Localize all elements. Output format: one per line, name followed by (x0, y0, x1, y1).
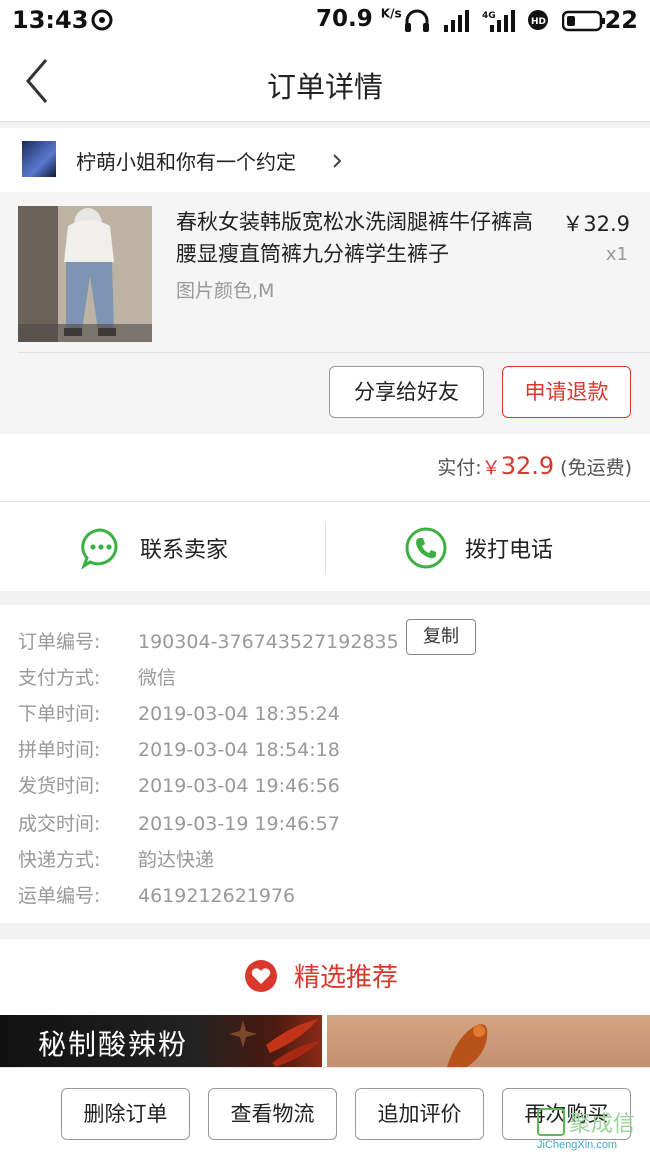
chevron-right-icon (333, 154, 342, 168)
total-paid: 实付:￥32.9 (免运费) (437, 452, 632, 480)
chat-bubble-icon (81, 528, 118, 569)
share-button[interactable]: 分享给好友 (329, 366, 484, 418)
divider (18, 352, 650, 353)
signal-icon (444, 10, 469, 32)
heart-icon (245, 959, 277, 992)
phone-icon (405, 527, 447, 569)
watermark-logo-icon (537, 1108, 565, 1136)
call-phone-button[interactable]: 拨打电话 (405, 527, 553, 569)
order-info: 订单编号: 190304-376743527192835 复制 支付方式: 微信 下… (0, 605, 650, 923)
product-sku: 图片颜色,M (176, 280, 275, 302)
info-row-deal-time: 成交时间: 2019-03-19 19:46:57 (18, 813, 340, 835)
add-review-button[interactable]: 追加评价 (355, 1088, 484, 1140)
status-time: 13:43 (12, 6, 89, 34)
chili-icon (266, 1019, 320, 1067)
watermark-en: JiChengXin.com (537, 1139, 618, 1151)
refund-button[interactable]: 申请退款 (502, 366, 631, 418)
recommend-header: 精选推荐 (0, 939, 650, 1015)
total-amount: 32.9 (500, 452, 555, 480)
delete-order-button[interactable]: 删除订单 (61, 1088, 190, 1140)
recommend-item-image[interactable]: 秘制酸辣粉 (0, 1015, 322, 1067)
shipping-note: (免运费) (560, 457, 632, 479)
watermark: 聚成信 JiChengXin.com (533, 1106, 650, 1155)
battery-icon (562, 10, 605, 32)
headphone-icon (405, 9, 429, 32)
network-speed: 70.9 K/s (316, 6, 402, 32)
product-title: 春秋女装韩版宽松水洗阔腿裤牛仔裤高腰显瘦直筒裤九分裤学生裤子 (176, 210, 533, 266)
contact-row: 联系卖家 拨打电话 (0, 503, 650, 591)
star-anise-icon (229, 1020, 257, 1048)
product-card[interactable]: 春秋女装韩版宽松水洗阔腿裤牛仔裤高腰显瘦直筒裤九分裤学生裤子 ￥32.9 x1 … (0, 192, 650, 434)
total-row: 实付:￥32.9 (免运费) (0, 434, 650, 502)
divider (0, 591, 650, 605)
status-bar: 13:43 70.9 K/s 4G HD 22 (0, 0, 650, 42)
battery-level: 22 (604, 6, 638, 34)
copy-button[interactable]: 复制 (406, 619, 476, 655)
product-quantity: x1 (605, 244, 628, 265)
info-row-payment: 支付方式: 微信 (18, 667, 177, 689)
product-price: ￥32.9 (562, 212, 630, 236)
netease-icon (91, 9, 113, 31)
view-logistics-button[interactable]: 查看物流 (208, 1088, 337, 1140)
divider (325, 523, 326, 573)
info-row-group-time: 拼单时间: 2019-03-04 18:54:18 (18, 739, 340, 761)
svg-text:4G: 4G (482, 11, 496, 21)
signal-4g-icon: 4G (482, 10, 515, 32)
hd-icon: HD (528, 10, 548, 30)
watermark-cn: 聚成信 (569, 1112, 636, 1137)
contact-seller-button[interactable]: 联系卖家 (80, 527, 228, 569)
shop-row[interactable]: 柠萌小姐和你有一个约定 (0, 128, 650, 192)
svg-text:HD: HD (531, 17, 546, 27)
nav-header: 订单详情 (0, 42, 650, 122)
info-row-order-time: 下单时间: 2019-03-04 18:35:24 (18, 703, 340, 725)
recommend-title: 精选推荐 (294, 963, 399, 993)
info-row-order-no: 订单编号: 190304-376743527192835 (18, 631, 399, 653)
recommend-item-image[interactable] (327, 1015, 650, 1067)
info-row-express: 快递方式: 韵达快递 (18, 849, 215, 871)
page-title: 订单详情 (266, 70, 383, 104)
info-row-ship-time: 发货时间: 2019-03-04 19:46:56 (18, 775, 340, 797)
shop-avatar (22, 141, 56, 177)
banner-text: 秘制酸辣粉 (38, 1028, 189, 1061)
info-row-tracking-no: 运单编号: 4619212621976 (18, 885, 296, 907)
shop-name: 柠萌小姐和你有一个约定 (76, 150, 296, 174)
divider (0, 923, 650, 939)
product-image (18, 206, 152, 342)
